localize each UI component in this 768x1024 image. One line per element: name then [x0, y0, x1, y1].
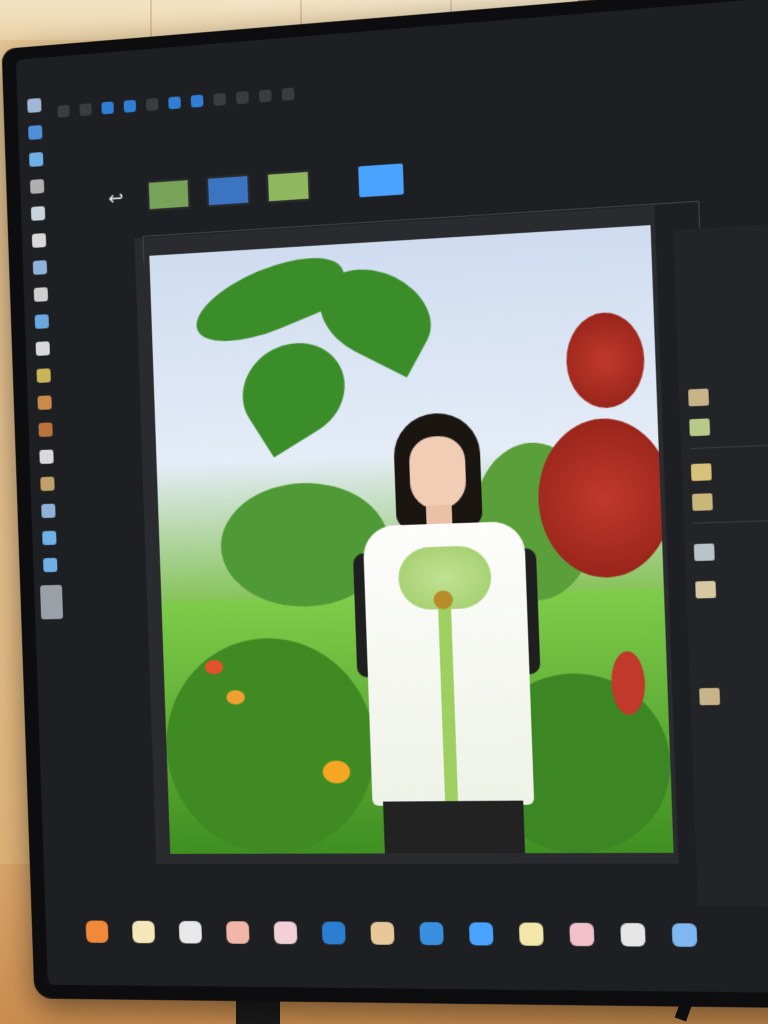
- layers-panel: [673, 220, 768, 907]
- eraser-tool-icon[interactable]: [35, 341, 50, 356]
- lasso-icon[interactable]: [101, 101, 114, 115]
- layer-thumbnail[interactable]: [699, 687, 721, 706]
- orange-flower: [322, 760, 351, 784]
- shape-tool-icon[interactable]: [42, 530, 57, 546]
- panel-divider: [690, 441, 768, 450]
- stamp-icon[interactable]: [168, 96, 181, 110]
- gradient-tool-icon[interactable]: [36, 368, 51, 383]
- app-icon[interactable]: [620, 923, 646, 947]
- dark-pants: [383, 800, 526, 854]
- canvas-photo[interactable]: [149, 225, 674, 854]
- history-brush-tool-icon[interactable]: [34, 314, 50, 329]
- panel-divider: [693, 517, 768, 524]
- hand-icon[interactable]: [258, 89, 272, 103]
- select-icon[interactable]: [79, 103, 92, 117]
- stamp-tool-icon[interactable]: [33, 287, 49, 302]
- layer-thumbnail[interactable]: [689, 418, 711, 437]
- type-tool-icon[interactable]: [40, 476, 55, 492]
- app-icon[interactable]: [225, 921, 250, 944]
- healing-tool-icon[interactable]: [31, 233, 47, 248]
- app-icon[interactable]: [419, 922, 444, 946]
- maple-branch: [564, 310, 646, 410]
- screen: ↩: [15, 0, 768, 994]
- move-icon[interactable]: [57, 104, 70, 118]
- brush-tool-icon[interactable]: [32, 260, 48, 275]
- shape-icon[interactable]: [235, 91, 249, 105]
- app-icon[interactable]: [85, 920, 109, 943]
- layer-thumbnail[interactable]: [688, 388, 710, 407]
- gradient-icon[interactable]: [190, 94, 204, 108]
- app-icon[interactable]: [518, 922, 544, 946]
- brush-icon[interactable]: [123, 99, 137, 113]
- app-icon[interactable]: [273, 921, 298, 945]
- thumbnail-3[interactable]: [265, 169, 311, 204]
- app-icon[interactable]: [468, 922, 494, 946]
- thumbnail-1[interactable]: [146, 178, 191, 212]
- app-icon[interactable]: [671, 923, 698, 947]
- eyedropper-tool-icon[interactable]: [30, 206, 46, 221]
- image-thumbnails: ↩: [100, 163, 404, 214]
- layer-thumbnail[interactable]: [691, 493, 713, 511]
- text-icon[interactable]: [213, 92, 227, 106]
- layer-thumbnail[interactable]: [690, 463, 712, 482]
- eraser-icon[interactable]: [145, 97, 159, 112]
- app-icon[interactable]: [131, 920, 156, 944]
- tool-strip: [21, 97, 70, 763]
- path-tool-icon[interactable]: [41, 503, 56, 519]
- pen-tool-icon[interactable]: [39, 449, 54, 465]
- marquee-tool-icon[interactable]: [28, 124, 43, 140]
- app-icon[interactable]: [569, 922, 595, 947]
- monitor: ↩: [1, 0, 768, 1009]
- app-icon[interactable]: [321, 921, 346, 945]
- hand-tool-icon[interactable]: [43, 557, 58, 573]
- taskbar: [67, 896, 768, 974]
- face: [408, 435, 467, 511]
- app-icon[interactable]: [370, 921, 395, 945]
- canvas-area[interactable]: [134, 200, 701, 865]
- dodge-tool-icon[interactable]: [38, 422, 53, 438]
- zoom-icon[interactable]: [281, 87, 295, 101]
- lasso-tool-icon[interactable]: [29, 151, 44, 167]
- app-icon[interactable]: [178, 920, 203, 944]
- color-swatch-icon[interactable]: [40, 584, 64, 620]
- move-tool-icon[interactable]: [27, 97, 42, 114]
- select-arrow-icon[interactable]: ↩: [100, 186, 131, 210]
- layer-thumbnail[interactable]: [693, 543, 715, 562]
- thumbnail-2[interactable]: [205, 173, 251, 208]
- crop-tool-icon[interactable]: [29, 178, 45, 194]
- blur-tool-icon[interactable]: [37, 395, 52, 411]
- thumbnail-4[interactable]: [358, 163, 404, 198]
- layer-thumbnail[interactable]: [695, 580, 717, 599]
